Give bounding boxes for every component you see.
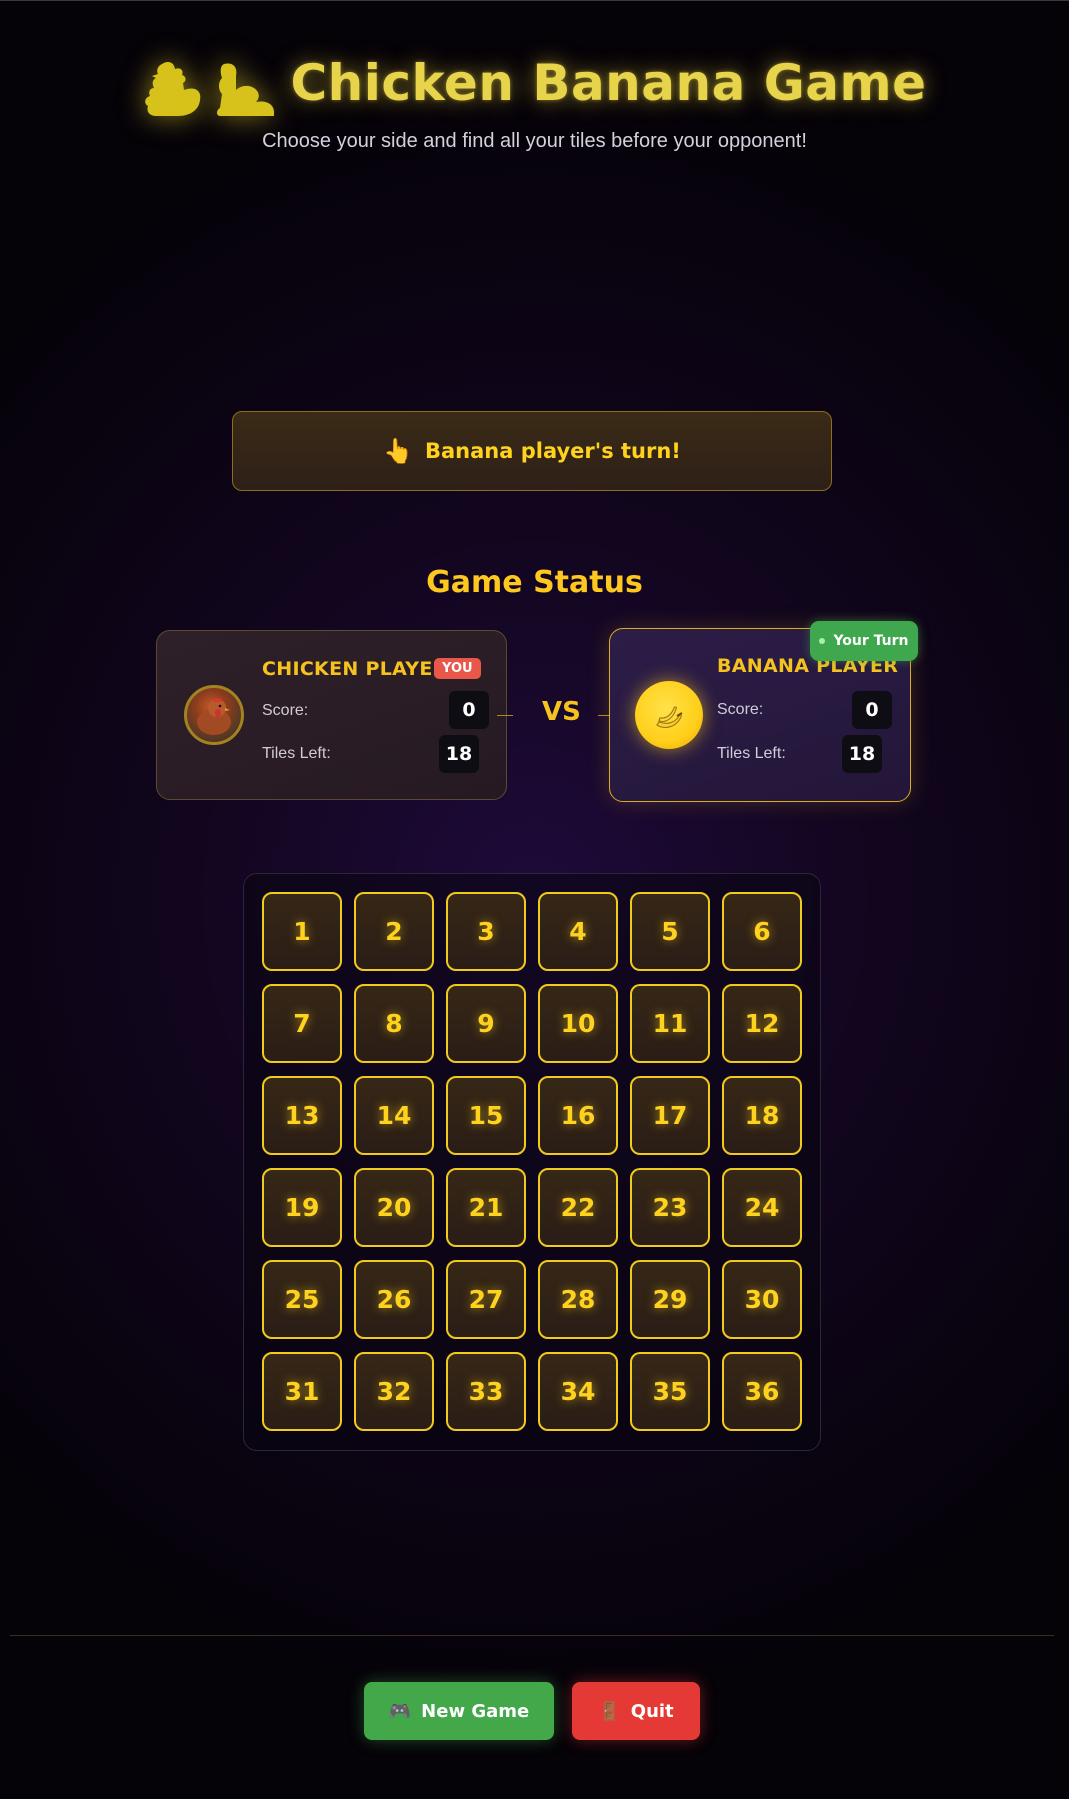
board-tile[interactable]: 30 [722,1260,802,1339]
board-tile[interactable]: 31 [262,1352,342,1431]
banana-tiles-label: Tiles Left: [717,745,786,762]
page-subtitle: Choose your side and find all your tiles… [262,130,807,152]
chicken-silhouette-icon [145,61,201,116]
board-tile[interactable]: 10 [538,984,618,1063]
new-game-button[interactable]: 🎮 New Game [364,1682,554,1740]
board-tile[interactable]: 15 [446,1076,526,1155]
board-tile[interactable]: 5 [630,892,710,971]
banana-score-label: Score: [717,701,764,718]
chicken-avatar [184,685,244,745]
board-tile[interactable]: 17 [630,1076,710,1155]
board-tile[interactable]: 36 [722,1352,802,1431]
footer-divider [10,1635,1054,1636]
chicken-tiles-label: Tiles Left: [262,745,331,762]
board-tile[interactable]: 32 [354,1352,434,1431]
chicken-score-label: Score: [262,702,309,719]
board-tile[interactable]: 18 [722,1076,802,1155]
board-tile[interactable]: 13 [262,1076,342,1155]
board-tile[interactable]: 1 [262,892,342,971]
chicken-player-name: CHICKEN PLAYER [262,658,448,680]
game-status-title: Game Status [426,565,643,600]
board-tile[interactable]: 6 [722,892,802,971]
board-tile[interactable]: 2 [354,892,434,971]
board-tile[interactable]: 16 [538,1076,618,1155]
page-header: Chicken Banana Game Choose your side and… [0,48,1069,153]
board-tile[interactable]: 35 [630,1352,710,1431]
chicken-photo-icon [197,697,231,735]
quit-button[interactable]: 🚪 Quit [572,1682,700,1740]
board-tile[interactable]: 7 [262,984,342,1063]
board-tile[interactable]: 19 [262,1168,342,1247]
your-turn-badge: Your Turn [810,621,918,661]
board-tile[interactable]: 27 [446,1260,526,1339]
board-tile[interactable]: 20 [354,1168,434,1247]
title-icons [142,48,276,118]
board-tile[interactable]: 33 [446,1352,526,1431]
quit-label: Quit [630,1700,674,1722]
board-tile[interactable]: 22 [538,1168,618,1247]
turn-message: Banana player's turn! [425,439,681,463]
board-tile[interactable]: 28 [538,1260,618,1339]
banana-silhouette-icon [217,63,275,116]
chicken-tiles-value: 18 [439,735,479,773]
board-tile[interactable]: 23 [630,1168,710,1247]
board-tile[interactable]: 11 [630,984,710,1063]
top-border [0,0,1069,1]
banana-avatar [635,681,703,749]
chicken-player-card: CHICKEN PLAYER YOU Score: 0 Tiles Left: … [156,630,507,800]
door-icon: 🚪 [598,1700,621,1722]
page-title: Chicken Banana Game [290,54,927,112]
board-tile[interactable]: 8 [354,984,434,1063]
board-tile[interactable]: 12 [722,984,802,1063]
you-badge: YOU [434,658,481,679]
vs-line-left [497,715,513,716]
board-tile[interactable]: 14 [354,1076,434,1155]
title-row: Chicken Banana Game [0,48,1069,118]
board-tile[interactable]: 26 [354,1260,434,1339]
turn-banner: 👆 Banana player's turn! [232,411,832,491]
your-turn-label: Your Turn [833,633,909,649]
banana-tiles-value: 18 [842,735,882,773]
pointing-hand-icon: 👆 [383,437,413,465]
board-tile[interactable]: 9 [446,984,526,1063]
banana-icon [656,706,683,728]
game-board: 1 2 3 4 5 6 7 8 9 10 11 12 13 14 15 16 17 18 19 20 21 22 23 24 2… [243,873,821,1451]
gamepad-icon: 🎮 [388,1700,412,1722]
board-tile[interactable]: 34 [538,1352,618,1431]
banana-score-value: 0 [852,691,892,729]
new-game-label: New Game [421,1700,530,1722]
board-tile[interactable]: 21 [446,1168,526,1247]
board-tile[interactable]: 29 [630,1260,710,1339]
status-dot-icon [819,638,826,644]
board-tile[interactable]: 24 [722,1168,802,1247]
vs-label: VS [542,697,581,727]
chicken-score-value: 0 [449,691,489,729]
board-tile[interactable]: 3 [446,892,526,971]
board-tile[interactable]: 4 [538,892,618,971]
board-tile[interactable]: 25 [262,1260,342,1339]
